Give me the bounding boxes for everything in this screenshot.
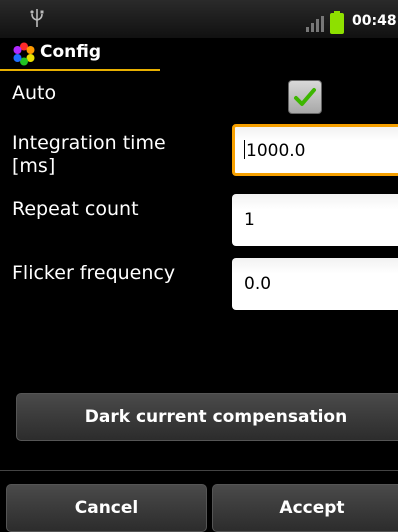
checkmark-icon bbox=[294, 88, 316, 106]
accept-button[interactable]: Accept bbox=[212, 484, 398, 532]
status-bar: 00:48 bbox=[0, 0, 398, 38]
page-title: Config bbox=[40, 42, 102, 62]
cancel-button[interactable]: Cancel bbox=[6, 484, 207, 532]
usb-icon bbox=[30, 9, 44, 27]
auto-checkbox[interactable] bbox=[288, 80, 322, 114]
integration-time-label: Integration time [ms] bbox=[12, 132, 166, 178]
integration-time-value: 1000.0 bbox=[246, 141, 306, 161]
integration-time-input[interactable]: 1000.0 bbox=[232, 124, 398, 176]
integration-time-label-line2: [ms] bbox=[12, 155, 56, 177]
flicker-frequency-value: 0.0 bbox=[244, 274, 272, 294]
title-bar: Config bbox=[0, 38, 398, 70]
repeat-count-label: Repeat count bbox=[12, 198, 139, 220]
text-caret bbox=[244, 140, 245, 159]
repeat-count-input[interactable]: 1 bbox=[232, 194, 398, 246]
signal-icon bbox=[306, 16, 324, 32]
integration-time-label-line1: Integration time bbox=[12, 132, 166, 154]
color-wheel-icon bbox=[13, 42, 35, 66]
dark-current-compensation-button[interactable]: Dark current compensation bbox=[16, 393, 398, 441]
auto-label: Auto bbox=[12, 82, 57, 104]
clock: 00:48 bbox=[352, 13, 397, 29]
repeat-count-value: 1 bbox=[244, 210, 255, 230]
divider bbox=[0, 470, 398, 471]
flicker-frequency-label: Flicker frequency bbox=[12, 262, 176, 284]
flicker-frequency-input[interactable]: 0.0 bbox=[232, 258, 398, 310]
battery-icon bbox=[330, 11, 344, 34]
title-underline bbox=[0, 69, 160, 71]
